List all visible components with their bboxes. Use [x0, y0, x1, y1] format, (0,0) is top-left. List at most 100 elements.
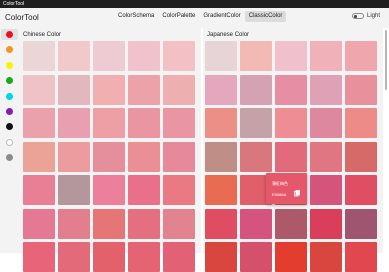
japanese-color-swatch[interactable] — [205, 175, 237, 205]
japanese-color-swatch[interactable] — [310, 175, 342, 205]
japanese-color-swatch[interactable] — [345, 242, 377, 272]
japanese-color-swatch[interactable] — [345, 41, 377, 71]
color-filter-dot[interactable] — [6, 108, 13, 115]
chinese-color-swatch[interactable] — [93, 108, 125, 138]
chinese-color-swatch[interactable] — [58, 208, 90, 239]
chinese-color-swatch[interactable] — [163, 208, 195, 239]
chinese-color-swatch[interactable] — [128, 141, 160, 172]
chinese-color-swatch[interactable] — [23, 108, 55, 138]
japanese-color-swatch[interactable] — [275, 242, 307, 272]
japanese-color-swatch[interactable] — [275, 108, 307, 138]
japanese-color-swatch[interactable] — [240, 41, 272, 71]
chinese-color-title: Chinese Color — [23, 32, 62, 38]
chinese-color-swatch[interactable] — [128, 41, 160, 71]
japanese-color-swatch[interactable] — [310, 41, 342, 71]
japanese-color-swatch[interactable] — [275, 41, 307, 71]
japanese-color-swatch[interactable] — [275, 141, 307, 172]
japanese-color-swatch[interactable] — [205, 208, 237, 239]
tab-bar: ColorSchema ColorPalette GradientColor C… — [114, 11, 287, 22]
color-detail-popup: 薄紅梅色 E5586A — [266, 173, 307, 204]
chinese-color-swatch[interactable] — [93, 175, 125, 205]
tab-color-schema[interactable]: ColorSchema — [114, 11, 158, 22]
chinese-color-swatch[interactable] — [128, 108, 160, 138]
chinese-color-swatch[interactable] — [58, 175, 90, 205]
window-title: ColorTool — [3, 1, 25, 7]
chinese-color-swatch[interactable] — [93, 141, 125, 172]
japanese-color-swatch[interactable] — [345, 141, 377, 172]
window-titlebar: ColorTool — [0, 0, 389, 8]
chinese-color-panel: Chinese Color — [19, 28, 201, 272]
chinese-color-swatch[interactable] — [58, 74, 90, 105]
chinese-color-swatch[interactable] — [58, 141, 90, 172]
color-filter-dot[interactable] — [6, 77, 13, 85]
vertical-scrollbar[interactable] — [385, 30, 387, 90]
japanese-color-swatch[interactable] — [310, 141, 342, 172]
japanese-color-swatch[interactable] — [345, 175, 377, 205]
japanese-color-swatch[interactable] — [205, 141, 237, 172]
tab-classic-color[interactable]: ClassicColor — [244, 11, 287, 22]
chinese-color-swatch[interactable] — [128, 208, 160, 239]
japanese-color-swatch[interactable] — [205, 108, 237, 138]
color-name: 薄紅梅色 — [272, 181, 288, 186]
chinese-color-swatch[interactable] — [58, 41, 90, 71]
chinese-color-swatch[interactable] — [163, 74, 195, 105]
chinese-color-swatch[interactable] — [58, 108, 90, 138]
japanese-color-swatch[interactable] — [275, 208, 307, 239]
japanese-color-swatch[interactable] — [240, 141, 272, 172]
app-header: ColorTool ColorSchema ColorPalette Gradi… — [0, 8, 389, 28]
chinese-color-swatch[interactable] — [163, 141, 195, 172]
chinese-color-swatch[interactable] — [163, 108, 195, 138]
copy-icon[interactable] — [294, 190, 300, 197]
chinese-color-swatch[interactable] — [23, 74, 55, 105]
color-filter-dot[interactable] — [6, 138, 13, 146]
japanese-color-swatch[interactable] — [240, 208, 272, 239]
japanese-color-swatch[interactable] — [275, 74, 307, 105]
japanese-color-swatch[interactable] — [240, 108, 272, 138]
japanese-color-swatch[interactable] — [310, 74, 342, 105]
chinese-color-swatch[interactable] — [93, 208, 125, 239]
chinese-color-swatch[interactable] — [23, 208, 55, 239]
color-filter-dot[interactable] — [6, 46, 13, 54]
japanese-color-swatch[interactable] — [205, 242, 237, 272]
color-filter-dot[interactable] — [6, 92, 13, 100]
japanese-color-swatch[interactable] — [345, 208, 377, 239]
chinese-color-swatch[interactable] — [128, 242, 160, 272]
tab-color-palette[interactable]: ColorPalette — [158, 11, 199, 22]
japanese-color-swatch[interactable] — [240, 74, 272, 105]
chinese-color-swatch[interactable] — [163, 41, 195, 71]
color-filter-dot[interactable] — [6, 61, 13, 69]
japanese-color-swatch[interactable] — [345, 74, 377, 105]
color-filter-dot[interactable] — [6, 154, 13, 162]
japanese-color-panel: Japanese Color — [203, 28, 383, 272]
color-filter-dot[interactable] — [6, 31, 13, 38]
japanese-color-swatch[interactable] — [310, 108, 342, 138]
color-filter-sidebar — [0, 28, 19, 253]
chinese-color-swatch[interactable] — [23, 175, 55, 205]
japanese-color-swatch[interactable] — [205, 41, 237, 71]
color-hex: E5586A — [272, 192, 287, 197]
chinese-color-swatch[interactable] — [163, 242, 195, 272]
japanese-color-swatch[interactable] — [310, 208, 342, 239]
japanese-color-swatch[interactable] — [240, 242, 272, 272]
theme-toggle-switch[interactable] — [352, 13, 364, 19]
chinese-color-swatch[interactable] — [93, 41, 125, 71]
japanese-color-swatch[interactable] — [205, 74, 237, 105]
tab-gradient-color[interactable]: GradientColor — [199, 11, 244, 22]
color-filter-dot[interactable] — [6, 123, 13, 131]
chinese-color-swatch[interactable] — [23, 41, 55, 71]
chinese-color-swatch[interactable] — [93, 74, 125, 105]
chinese-color-swatch[interactable] — [93, 242, 125, 272]
japanese-color-grid — [205, 41, 377, 272]
chinese-color-swatch[interactable] — [58, 242, 90, 272]
japanese-color-swatch[interactable] — [345, 108, 377, 138]
chinese-color-swatch[interactable] — [163, 175, 195, 205]
chinese-color-swatch[interactable] — [128, 175, 160, 205]
japanese-color-title: Japanese Color — [207, 32, 250, 38]
chinese-color-swatch[interactable] — [23, 242, 55, 272]
app-title: ColorTool — [5, 13, 39, 22]
theme-toggle-label: Light — [367, 13, 381, 19]
chinese-color-swatch[interactable] — [23, 141, 55, 172]
japanese-color-swatch[interactable] — [310, 242, 342, 272]
chinese-color-grid — [23, 41, 195, 272]
chinese-color-swatch[interactable] — [128, 74, 160, 105]
